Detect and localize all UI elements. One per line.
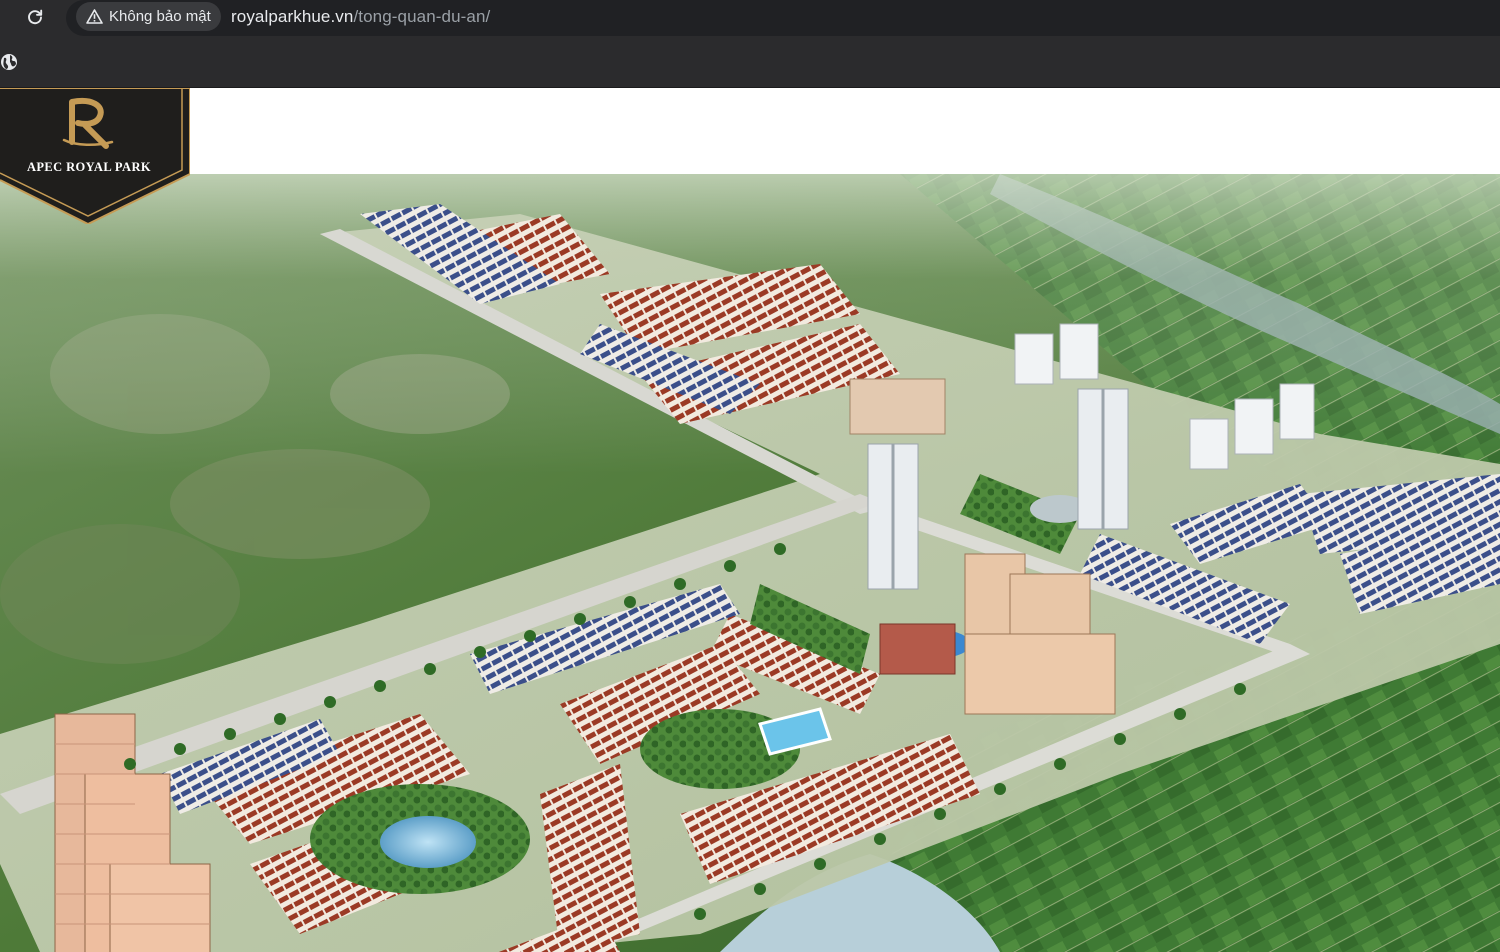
warning-icon bbox=[86, 9, 103, 24]
globe-icon[interactable] bbox=[0, 53, 18, 71]
bookmarks-bar bbox=[0, 37, 1500, 88]
logo-text: APEC ROYAL PARK bbox=[26, 160, 152, 174]
url-path: /tong-quan-du-an/ bbox=[353, 7, 491, 26]
apec-royal-park-logo[interactable]: APEC ROYAL PARK bbox=[0, 88, 190, 224]
address-bar[interactable]: Không bảo mật royalparkhue.vn/tong-quan-… bbox=[66, 0, 1500, 36]
reload-icon bbox=[28, 9, 43, 25]
security-label: Không bảo mật bbox=[109, 8, 211, 25]
url-text[interactable]: royalparkhue.vn/tong-quan-du-an/ bbox=[231, 7, 490, 27]
url-domain: royalparkhue.vn bbox=[231, 7, 354, 26]
hero-masterplan-image bbox=[0, 174, 1500, 952]
reload-button[interactable] bbox=[22, 4, 48, 30]
web-page: APEC ROYAL PARK bbox=[0, 88, 1500, 952]
security-indicator[interactable]: Không bảo mật bbox=[76, 2, 221, 31]
browser-toolbar: Không bảo mật royalparkhue.vn/tong-quan-… bbox=[0, 0, 1500, 37]
